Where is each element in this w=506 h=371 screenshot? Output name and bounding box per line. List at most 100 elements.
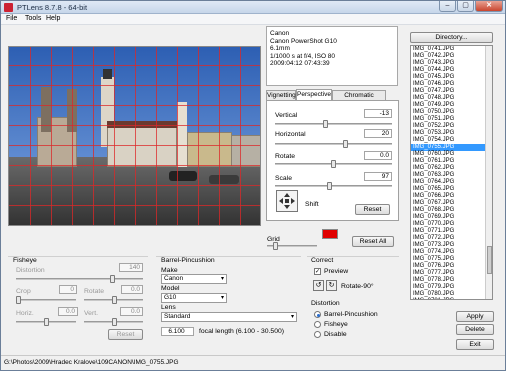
model-select[interactable]: G10 ▾ — [161, 293, 227, 303]
exit-button[interactable]: Exit — [456, 339, 494, 350]
fisheye-distortion-thumb[interactable] — [110, 275, 115, 283]
file-list-item[interactable]: IMG_0776.JPG — [411, 263, 492, 270]
fisheye-horiz-thumb[interactable] — [44, 318, 49, 326]
horizontal-slider-thumb[interactable] — [343, 140, 348, 148]
horizontal-value[interactable]: 20 — [364, 129, 392, 138]
file-list-scroll-thumb[interactable] — [487, 246, 492, 274]
vertical-slider[interactable] — [275, 120, 392, 128]
file-list-item[interactable]: IMG_0751.JPG — [411, 116, 492, 123]
file-list-item[interactable]: IMG_0774.JPG — [411, 249, 492, 256]
rotate-value[interactable]: 0.0 — [364, 151, 392, 160]
fisheye-horiz-value[interactable]: 0.0 — [58, 307, 78, 316]
vertical-slider-thumb[interactable] — [323, 120, 328, 128]
rotate-cw-icon[interactable]: ↻ — [326, 280, 337, 291]
lens-select[interactable]: Standard ▾ — [161, 312, 297, 322]
delete-button[interactable]: Delete — [456, 324, 494, 335]
grid-slider-thumb[interactable] — [273, 242, 278, 250]
file-list-item[interactable]: IMG_0775.JPG — [411, 256, 492, 263]
file-list-item[interactable]: IMG_0780.JPG — [411, 291, 492, 298]
scale-slider[interactable] — [275, 182, 392, 190]
grid-line — [9, 65, 260, 66]
distortion-radio-fisheye[interactable] — [314, 321, 321, 328]
scale-value[interactable]: 97 — [364, 172, 392, 181]
file-list-item[interactable]: IMG_0741.JPG — [411, 46, 492, 53]
focal-length-input[interactable]: 6.100 — [161, 327, 194, 336]
file-list-item[interactable]: IMG_0748.JPG — [411, 95, 492, 102]
file-list-item[interactable]: IMG_0766.JPG — [411, 193, 492, 200]
fisheye-vert-slider[interactable] — [84, 318, 143, 326]
distortion-radio-disable[interactable] — [314, 331, 321, 338]
file-list-item[interactable]: IMG_0777.JPG — [411, 270, 492, 277]
make-select[interactable]: Canon ▾ — [161, 274, 227, 284]
scale-slider-thumb[interactable] — [327, 182, 332, 190]
fisheye-vert-value[interactable]: 0.0 — [120, 307, 143, 316]
file-list-item[interactable]: IMG_0769.JPG — [411, 214, 492, 221]
fisheye-crop-value[interactable]: 0 — [59, 285, 77, 294]
menu-file[interactable]: File — [6, 15, 17, 22]
file-list-item[interactable]: IMG_0746.JPG — [411, 81, 492, 88]
fisheye-rotate-slider[interactable] — [84, 296, 143, 304]
maximize-button[interactable]: ▢ — [457, 1, 474, 12]
menu-help[interactable]: Help — [46, 15, 60, 22]
grid-color-swatch[interactable] — [322, 229, 338, 239]
file-list-scrollbar[interactable] — [485, 46, 492, 299]
file-list-item[interactable]: IMG_0770.JPG — [411, 221, 492, 228]
vertical-value[interactable]: -13 — [364, 109, 392, 118]
file-list-item[interactable]: IMG_0744.JPG — [411, 67, 492, 74]
reset-all-button[interactable]: Reset All — [352, 236, 394, 247]
shift-pad[interactable] — [276, 190, 298, 212]
minimize-button[interactable]: – — [439, 1, 456, 12]
grid-line — [9, 105, 260, 106]
file-list-item[interactable]: IMG_0743.JPG — [411, 60, 492, 67]
menu-tools[interactable]: Tools — [25, 15, 41, 22]
rotate-ccw-icon[interactable]: ↺ — [313, 280, 324, 291]
file-list-item[interactable]: IMG_0749.JPG — [411, 102, 492, 109]
file-list-item[interactable]: IMG_0764.JPG — [411, 179, 492, 186]
image-preview[interactable] — [8, 46, 261, 226]
apply-button[interactable]: Apply — [456, 311, 494, 322]
file-list-item[interactable]: IMG_0754.JPG — [411, 137, 492, 144]
file-list-item[interactable]: IMG_0750.JPG — [411, 109, 492, 116]
file-list-item[interactable]: IMG_0778.JPG — [411, 277, 492, 284]
fisheye-rotate-thumb[interactable] — [112, 296, 117, 304]
fisheye-vert-thumb[interactable] — [112, 318, 117, 326]
file-list-item[interactable]: IMG_0742.JPG — [411, 53, 492, 60]
directory-button[interactable]: Directory... — [410, 32, 493, 43]
rotate-slider-thumb[interactable] — [331, 160, 336, 168]
fisheye-rotate-value[interactable]: 0.0 — [121, 285, 143, 294]
file-list-item[interactable]: IMG_0755.JPG — [411, 144, 492, 151]
fisheye-horiz-slider[interactable] — [16, 318, 76, 326]
file-list-item[interactable]: IMG_0767.JPG — [411, 200, 492, 207]
file-list-item[interactable]: IMG_0765.JPG — [411, 186, 492, 193]
distortion-radio-barrel[interactable] — [314, 311, 321, 318]
file-list-item[interactable]: IMG_0752.JPG — [411, 123, 492, 130]
fisheye-crop-thumb[interactable] — [16, 296, 21, 304]
fisheye-crop-slider[interactable] — [16, 296, 76, 304]
file-list-item[interactable]: IMG_0781.JPG — [411, 298, 492, 299]
file-list-item[interactable]: IMG_0772.JPG — [411, 235, 492, 242]
fisheye-distortion-slider[interactable] — [16, 275, 143, 283]
file-list-item[interactable]: IMG_0771.JPG — [411, 228, 492, 235]
fisheye-reset-button[interactable]: Reset — [108, 329, 143, 340]
grid-line — [9, 185, 260, 186]
file-list-item[interactable]: IMG_0745.JPG — [411, 74, 492, 81]
file-list-item[interactable]: IMG_0762.JPG — [411, 165, 492, 172]
close-button[interactable]: ✕ — [475, 1, 503, 12]
file-list-item[interactable]: IMG_0763.JPG — [411, 172, 492, 179]
horizontal-slider[interactable] — [275, 140, 392, 148]
fisheye-distortion-value[interactable]: 140 — [119, 263, 143, 272]
file-list-item[interactable]: IMG_0768.JPG — [411, 207, 492, 214]
perspective-reset-button[interactable]: Reset — [355, 204, 390, 215]
file-list-item[interactable]: IMG_0761.JPG — [411, 158, 492, 165]
info-line: Canon PowerShot G10 — [270, 37, 337, 45]
file-list-item[interactable]: IMG_0773.JPG — [411, 242, 492, 249]
grid-slider[interactable] — [267, 242, 317, 250]
file-list-item[interactable]: IMG_0760.JPG — [411, 151, 492, 158]
file-list-item[interactable]: IMG_0753.JPG — [411, 130, 492, 137]
rotate-slider[interactable] — [275, 160, 392, 168]
file-list-item[interactable]: IMG_0747.JPG — [411, 88, 492, 95]
file-list-item[interactable]: IMG_0779.JPG — [411, 284, 492, 291]
fisheye-distortion-label: Distortion — [16, 267, 45, 274]
preview-checkbox[interactable]: ✓ — [314, 268, 321, 275]
file-list[interactable]: IMG_0741.JPG IMG_0742.JPG IMG_0743.JPG IMG_… — [410, 45, 493, 300]
